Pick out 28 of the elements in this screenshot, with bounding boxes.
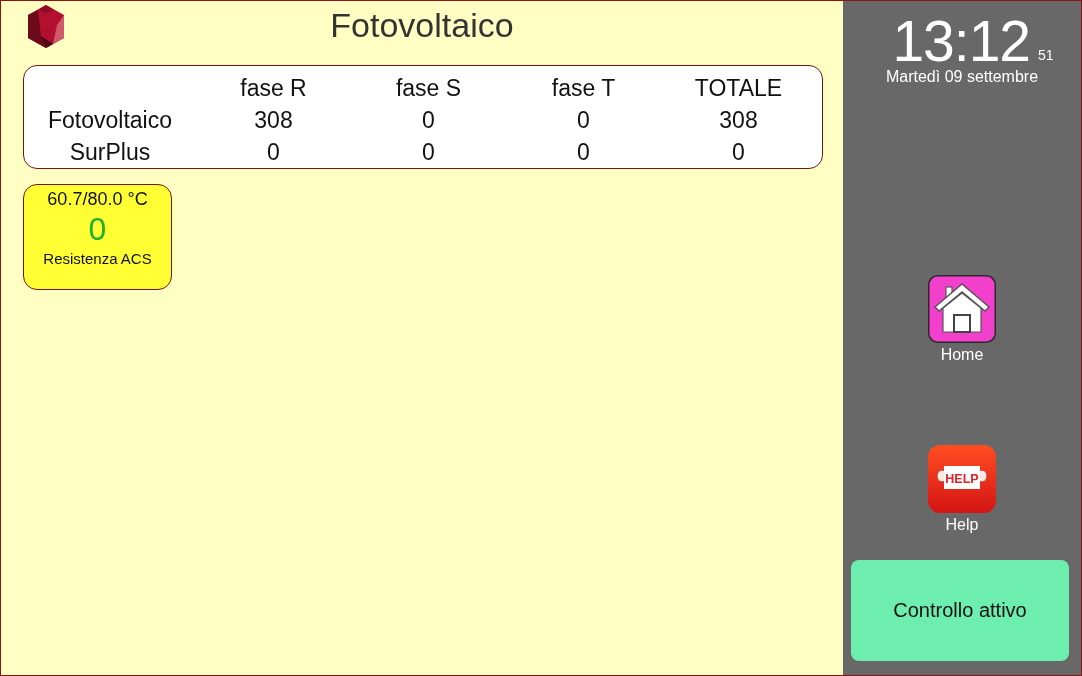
power-value: 0 [88, 212, 107, 246]
home-button[interactable]: Home [928, 275, 996, 365]
table-cell: 0 [422, 106, 435, 134]
column-header: fase S [395, 74, 462, 102]
device-name: Resistenza ACS [43, 250, 152, 268]
column-header: TOTALE [694, 74, 783, 102]
table-cell: 0 [577, 138, 590, 166]
temperature-reading: 60.7/80.0 °C [47, 188, 148, 210]
clock-time: 13:12 [892, 13, 1031, 69]
table-cell: 0 [577, 106, 590, 134]
row-header: Fotovoltaico [48, 106, 172, 134]
column-header: fase T [551, 74, 616, 102]
page-title: Fotovoltaico [330, 5, 514, 45]
house-icon [928, 275, 996, 343]
row-header: SurPlus [69, 138, 151, 166]
column-header: fase R [240, 74, 307, 102]
gem-logo-icon [28, 5, 64, 48]
table-cell: 308 [719, 106, 758, 134]
table-cell: 0 [732, 138, 745, 166]
clock-date: Martedì 09 settembre [885, 67, 1039, 87]
help-sign-icon: HELP [928, 445, 996, 513]
help-button[interactable]: HELP Help [928, 445, 996, 535]
table-cell: 0 [422, 138, 435, 166]
clock-seconds: 51 [1038, 47, 1054, 63]
device-tile[interactable]: 60.7/80.0 °C 0 Resistenza ACS [23, 184, 172, 290]
control-status-button[interactable]: Controllo attivo [851, 560, 1069, 661]
table-cell: 308 [254, 106, 293, 134]
table-cell: 0 [267, 138, 280, 166]
